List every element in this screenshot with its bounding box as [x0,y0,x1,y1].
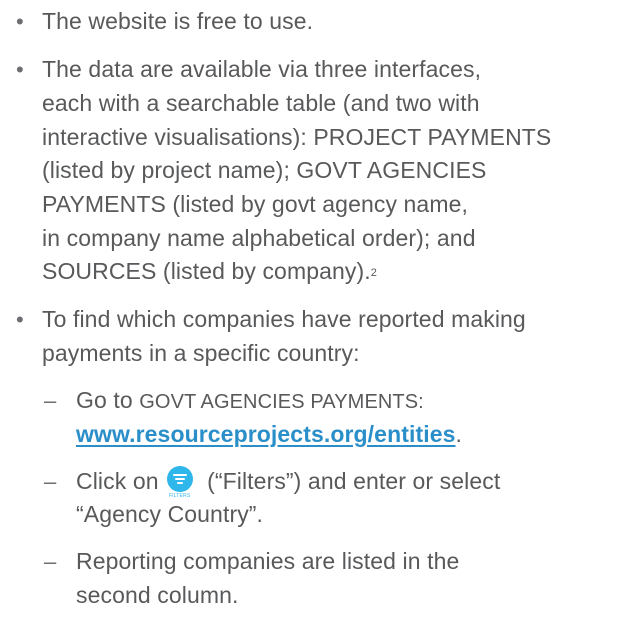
subitem-3-line-1: Reporting companies are listed in the [76,548,460,575]
bullet-marker: • [16,307,24,333]
footnote-marker: 2 [370,267,377,280]
bullet-2-line-4: (listed by project name); GOVT AGENCIES [42,157,487,184]
subitem-1-line-2: www.resourceprojects.org/entities. [76,418,462,452]
filters-quote-text: (“Filters”) and enter or select [200,467,501,494]
bullet-2-line-7: SOURCES (listed by company).2 [42,255,377,289]
bullet-1-line-1: The website is free to use. [42,8,314,35]
subitem-2-line-1: Click on FILTERS (“Filters”) and enter or… [76,465,500,503]
entities-link[interactable]: www.resourceprojects.org/entities [76,421,456,447]
filter-icon: FILTERS [163,465,197,503]
bullet-marker: • [16,9,24,35]
bullet-2-line-7-text: SOURCES (listed by company). [42,258,371,285]
dash-marker: – [44,387,57,413]
bullet-marker: • [16,57,24,83]
go-to-text: Go to [76,386,140,413]
click-on-text: Click on [76,467,159,494]
bullet-2-line-3: interactive visualisations): PROJECT PAY… [42,123,552,150]
dash-marker: – [44,468,57,494]
dash-marker: – [44,549,57,575]
bullet-2-line-1: The data are available via three interfa… [42,56,482,83]
subitem-2-line-2: “Agency Country”. [76,501,264,528]
bullet-2-line-2: each with a searchable table (and two wi… [42,89,480,116]
govt-agencies-payments-label: GOVT AGENCIES PAYMENTS: [139,390,424,413]
bullet-3-line-2: payments in a specific country: [42,339,360,366]
bullet-2-line-5: PAYMENTS (listed by govt agency name, [42,190,468,217]
bullet-3-line-1: To find which companies have reported ma… [42,306,526,333]
subitem-3-line-2: second column. [76,582,239,608]
link-period: . [455,420,462,447]
subitem-1-line-1: Go to GOVT AGENCIES PAYMENTS: [76,384,424,420]
bullet-2-line-6: in company name alphabetical order); and [42,224,476,251]
filter-lines-icon [172,473,187,484]
